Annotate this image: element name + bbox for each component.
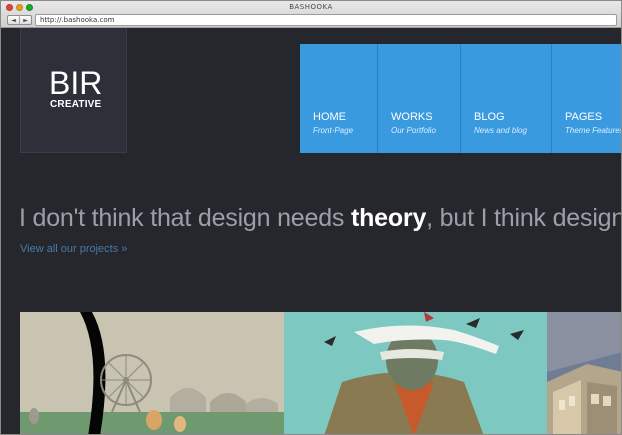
nav-tile-home[interactable]: HOME Front-Page — [300, 44, 378, 153]
browser-window: BASHOOKA ◄ ► http://.bashooka.com BIR CR… — [0, 0, 622, 435]
figure-illustration — [284, 312, 547, 434]
hero-text-start: I don't think that design needs — [19, 204, 351, 232]
logo-tagline: CREATIVE — [50, 99, 102, 110]
building-illustration — [547, 312, 621, 434]
portfolio-thumb-fairground[interactable] — [20, 312, 284, 434]
logo-wordmark: BIR — [49, 65, 103, 101]
hero-text-bold: theory — [350, 204, 427, 232]
hero-quote: I don't think that design needs theory, … — [19, 204, 621, 233]
nav-pages-sub: Theme Features — [565, 126, 622, 135]
address-bar[interactable]: http://.bashooka.com — [35, 14, 617, 26]
view-projects-link[interactable]: View all our projects » — [20, 243, 127, 255]
fairground-illustration — [20, 312, 284, 434]
site-logo[interactable]: BIR CREATIVE — [20, 28, 127, 153]
nav-home-sub: Front-Page — [313, 126, 354, 135]
browser-toolbar: BASHOOKA ◄ ► http://.bashooka.com — [1, 1, 621, 28]
nav-blog-sub: News and blog — [474, 126, 527, 135]
nav-tile-pages[interactable]: PAGES Theme Features — [552, 44, 622, 153]
nav-works-label: WORKS — [391, 111, 433, 123]
portfolio-thumb-figure[interactable] — [284, 312, 547, 434]
hero-text-end: , but I think designers — [426, 204, 621, 232]
nav-works-sub: Our Portfolio — [391, 126, 436, 135]
nav-tile-blog[interactable]: BLOG News and blog — [461, 44, 552, 153]
back-arrow-icon[interactable]: ◄ — [8, 16, 19, 24]
main-nav: HOME Front-Page WORKS Our Portfolio BLOG… — [300, 44, 622, 153]
forward-arrow-icon[interactable]: ► — [19, 16, 31, 24]
history-buttons: ◄ ► — [7, 15, 32, 25]
nav-pages-label: PAGES — [565, 111, 603, 123]
portfolio-thumb-building[interactable] — [547, 312, 621, 434]
window-title: BASHOOKA — [289, 3, 333, 11]
nav-home-label: HOME — [313, 111, 346, 123]
nav-blog-label: BLOG — [474, 111, 505, 123]
nav-tile-works[interactable]: WORKS Our Portfolio — [378, 44, 461, 153]
